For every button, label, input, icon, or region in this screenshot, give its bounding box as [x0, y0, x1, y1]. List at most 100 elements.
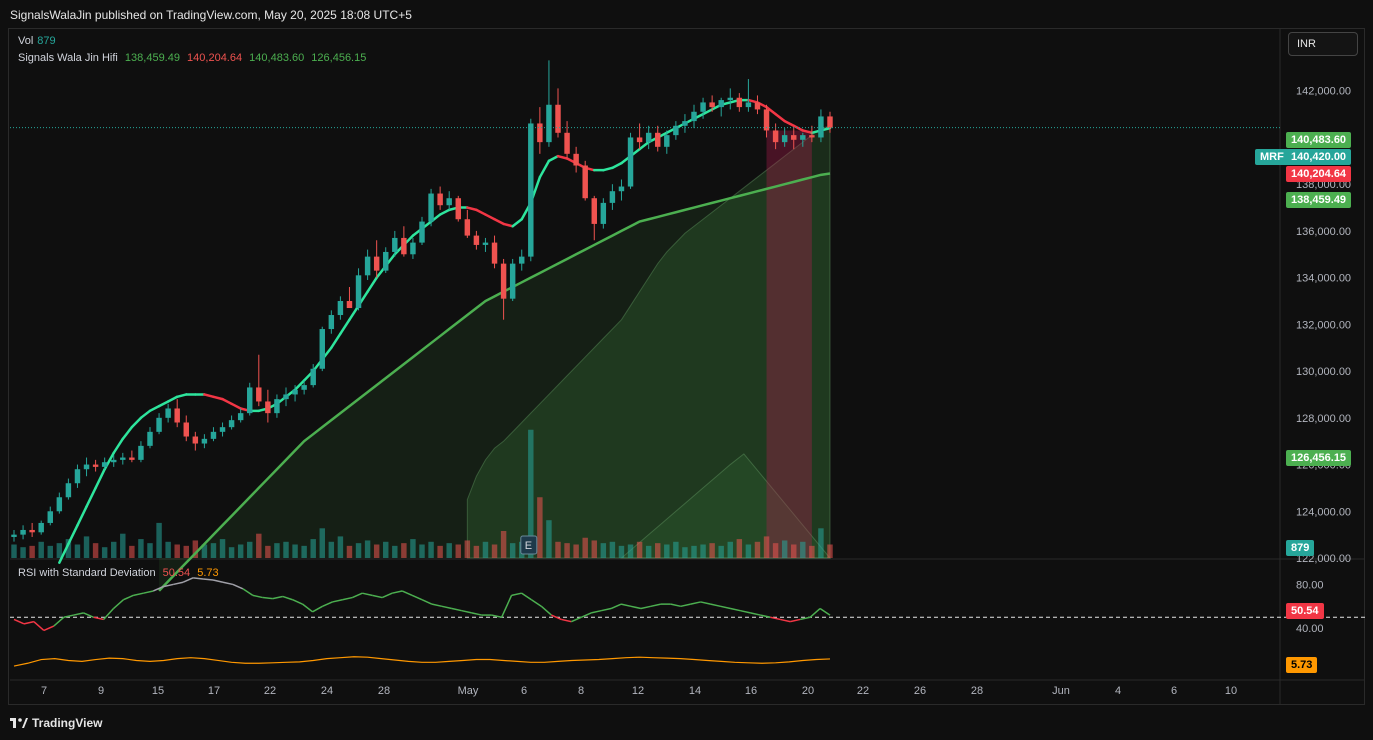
fast-ma-segment: [547, 154, 560, 163]
candle-body: [346, 301, 353, 309]
x-tick-label: 24: [321, 685, 333, 697]
rsi-segment: [620, 603, 632, 608]
rsi-segment: [332, 599, 343, 603]
candle-body: [519, 256, 525, 264]
volume-bar: [736, 539, 743, 558]
candle-body: [618, 186, 625, 192]
legend-v1: 138,459.49: [124, 52, 180, 64]
volume-bar: [147, 543, 153, 558]
volume-bar: [718, 545, 724, 558]
volume-bar: [727, 541, 733, 558]
fast-ma-segment: [611, 161, 623, 170]
price-tag-symbol: MRF: [1255, 149, 1289, 165]
candle-body: [636, 137, 643, 143]
footer-bar: TradingView: [0, 708, 1373, 740]
volume-bar: [754, 541, 761, 558]
legend-indicator-label: Signals Wala Jin Hifi: [18, 52, 118, 64]
candle-body: [818, 116, 824, 138]
candle-body: [664, 135, 670, 147]
rsi-segment: [43, 625, 55, 632]
rsi-segment: [83, 612, 94, 618]
volume-bar: [564, 543, 570, 558]
legend-vol-label: Vol: [18, 35, 34, 47]
candle-body: [591, 198, 597, 224]
legend-vol-value: 879: [37, 35, 56, 47]
x-tick-label: 20: [802, 685, 814, 697]
rsi-segment: [471, 612, 482, 616]
candle-body: [500, 263, 507, 299]
x-tick-label: 14: [689, 685, 701, 697]
candle-body: [482, 242, 489, 245]
volume-bar: [383, 541, 389, 558]
chart-svg[interactable]: 144,000.00142,000.00140,000.00138,000.00…: [0, 0, 1373, 740]
rsi-segment: [342, 596, 353, 601]
candle-body: [228, 420, 235, 428]
volume-bar: [219, 539, 226, 558]
x-tick-label: 6: [521, 685, 527, 697]
rsi-segment: [511, 592, 522, 597]
volume-bar: [555, 541, 561, 558]
rsi-segment: [740, 609, 751, 614]
candle-body: [292, 389, 298, 395]
volume-bar: [582, 537, 588, 558]
x-tick-label: Jun: [1052, 685, 1070, 697]
currency-button[interactable]: INR: [1288, 32, 1358, 56]
candle-body: [546, 104, 552, 143]
tradingview-logo[interactable]: TradingView: [10, 716, 102, 730]
fast-ma-segment: [157, 400, 170, 408]
price-tag-mid: 138,459.49: [1286, 192, 1352, 208]
volume-bar: [781, 540, 788, 558]
volume-bar: [111, 541, 117, 558]
volume-bar: [473, 545, 480, 558]
rsi-segment: [173, 581, 184, 586]
candle-body: [65, 483, 72, 498]
candle-body: [800, 135, 806, 140]
volume-bar: [455, 544, 461, 558]
x-tick-label: 16: [745, 685, 757, 697]
candle-body: [473, 235, 480, 245]
volume-bar: [428, 541, 434, 558]
rsi-segment: [580, 612, 592, 618]
fast-ma-segment: [747, 98, 759, 104]
rsi-segment: [282, 595, 293, 601]
x-tick-label: 28: [378, 685, 390, 697]
rsi-segment: [391, 590, 403, 594]
legend-volume: Vol 879: [18, 35, 56, 47]
volume-bar: [174, 544, 180, 558]
x-tick-label: 8: [578, 685, 584, 697]
rsi-tag: 50.54: [1286, 603, 1324, 619]
signal-zone-red: [766, 130, 812, 558]
candle-body: [691, 111, 697, 122]
fast-ma-segment: [466, 206, 478, 212]
fast-ma-segment: [112, 437, 125, 455]
fast-ma-segment: [139, 409, 152, 420]
rsi-segment: [53, 616, 65, 627]
rsi-segment: [680, 603, 691, 608]
volume-bar: [101, 547, 108, 558]
candle-body: [101, 462, 108, 467]
fast-ma-segment: [774, 112, 786, 123]
fast-ma-segment: [148, 404, 161, 413]
price-tick-label: 132,000.00: [1296, 319, 1351, 331]
rsi-segment: [322, 601, 333, 608]
volume-bar: [491, 544, 498, 558]
candle-body: [392, 237, 398, 252]
candle-body: [383, 251, 389, 271]
candle-body: [165, 408, 171, 418]
candle-body: [682, 121, 688, 126]
legend-v3: 140,483.60: [249, 52, 305, 64]
volume-bar: [74, 544, 81, 558]
volume-bar: [56, 543, 63, 558]
volume-bar: [129, 545, 135, 558]
candle-body: [582, 165, 588, 199]
volume-bar: [120, 533, 126, 558]
legend-v4: 126,456.15: [311, 52, 367, 64]
rsi-segment: [133, 592, 144, 597]
candle-body: [645, 132, 652, 143]
volume-tag: 879: [1286, 540, 1315, 556]
candle-body: [364, 256, 371, 276]
x-tick-label: 22: [264, 685, 276, 697]
candle-body: [446, 198, 452, 206]
x-tick-label: 9: [98, 685, 104, 697]
rsi-segment: [640, 605, 652, 610]
